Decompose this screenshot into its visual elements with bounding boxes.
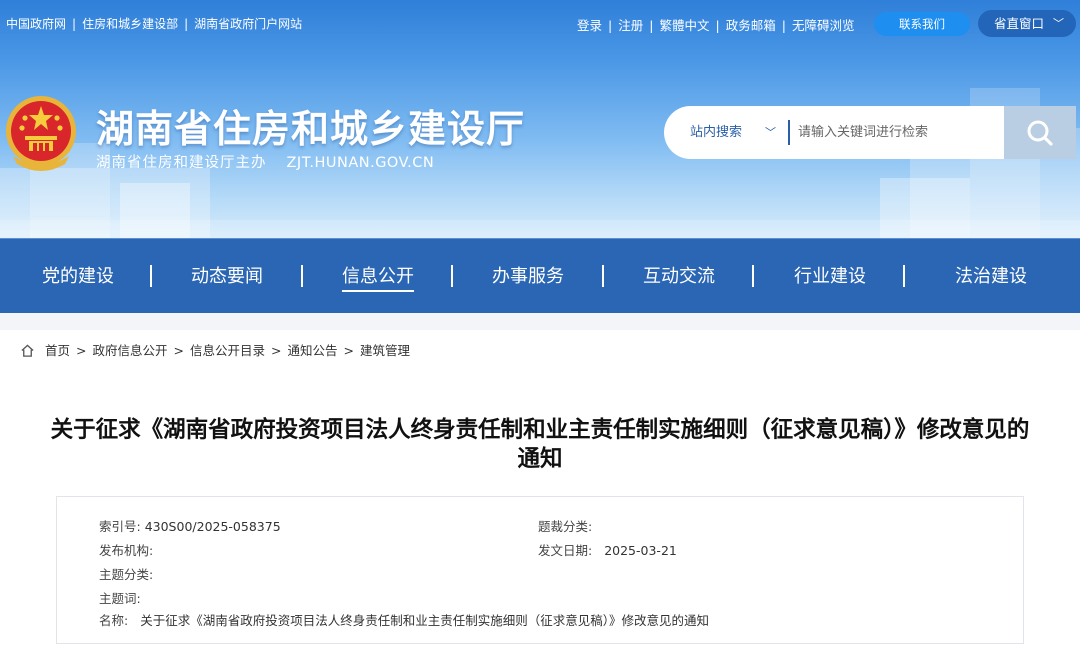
meta-genre-label: 题裁分类: <box>538 519 593 534</box>
traditional-chinese-link[interactable]: 繁體中文 <box>659 18 709 33</box>
article-metadata-box: 索引号: 430S00/2025-058375 题裁分类: 发布机构: 发文日期… <box>56 496 1024 644</box>
link-separator: | <box>649 18 654 33</box>
meta-publisher-label: 发布机构: <box>99 543 154 558</box>
register-link[interactable]: 注册 <box>618 18 643 33</box>
top-links: 中国政府网 | 住房和城乡建设部 | 湖南省政府门户网站 <box>6 15 302 32</box>
link-separator: | <box>608 18 613 33</box>
breadcrumb-separator: > <box>76 343 87 358</box>
meta-topic-label: 主题分类: <box>99 567 154 582</box>
accessibility-link[interactable]: 无障碍浏览 <box>792 18 855 33</box>
meta-name-label: 名称: <box>99 613 129 628</box>
link-hunan-gov[interactable]: 湖南省政府门户网站 <box>194 17 302 31</box>
article-panel: 关于征求《湖南省政府投资项目法人终身责任制和业主责任制实施细则（征求意见稿）》修… <box>0 372 1080 654</box>
link-separator: | <box>184 17 189 31</box>
link-gov-cn[interactable]: 中国政府网 <box>6 17 66 31</box>
gov-mail-link[interactable]: 政务邮箱 <box>726 18 776 33</box>
breadcrumb-separator: > <box>343 343 354 358</box>
nav-separator <box>301 265 303 287</box>
user-links: 登录 | 注册 | 繁體中文 | 政务邮箱 | 无障碍浏览 <box>577 15 854 34</box>
search-icon <box>1027 120 1053 146</box>
search-box: 站内搜索 ﹀ <box>664 106 1076 159</box>
header-banner: 中国政府网 | 住房和城乡建设部 | 湖南省政府门户网站 登录 | 注册 | 繁體中文 | 政务邮箱… <box>0 0 1080 238</box>
meta-publisher: 发布机构: <box>99 540 153 559</box>
meta-keyword-label: 主题词: <box>99 591 141 606</box>
site-title: 湖南省住房和城乡建设厅 <box>96 107 526 151</box>
provincial-window-button[interactable]: 省直窗口 ﹀ <box>978 10 1076 37</box>
contact-us-button[interactable]: 联系我们 <box>874 12 970 36</box>
link-separator: | <box>72 17 77 31</box>
nav-industry[interactable]: 行业建设 <box>794 239 866 314</box>
skyline-decoration <box>880 178 970 238</box>
breadcrumb-construction-mgmt[interactable]: 建筑管理 <box>360 343 410 358</box>
search-divider <box>788 120 790 145</box>
breadcrumb-separator: > <box>271 343 282 358</box>
link-separator: | <box>781 18 786 33</box>
breadcrumb-info-catalog[interactable]: 信息公开目录 <box>190 343 265 358</box>
site-subtitle: 湖南省住房和建设厅主办 ZJT.HUNAN.GOV.CN <box>96 151 434 172</box>
login-link[interactable]: 登录 <box>577 18 602 33</box>
nav-rule-of-law[interactable]: 法治建设 <box>955 239 1027 314</box>
nav-separator <box>451 265 453 287</box>
meta-index: 索引号: 430S00/2025-058375 <box>99 516 281 535</box>
meta-date-label: 发文日期: <box>538 543 593 558</box>
nav-separator <box>903 265 905 287</box>
search-input[interactable] <box>798 115 998 149</box>
nav-separator <box>602 265 604 287</box>
nav-separator <box>150 265 152 287</box>
link-mohurd[interactable]: 住房和城乡建设部 <box>82 17 178 31</box>
meta-date: 发文日期: 2025-03-21 <box>538 540 677 559</box>
breadcrumb-trail: 首页 > 政府信息公开 > 信息公开目录 > 通知公告 > 建筑管理 <box>45 330 410 372</box>
national-emblem-icon <box>6 96 76 171</box>
site-domain: ZJT.HUNAN.GOV.CN <box>286 155 435 171</box>
meta-index-value: 430S00/2025-058375 <box>144 519 281 534</box>
chevron-down-icon: ﹀ <box>1053 17 1064 30</box>
home-icon[interactable] <box>20 343 35 358</box>
nav-services[interactable]: 办事服务 <box>492 239 564 314</box>
site-host: 湖南省住房和建设厅主办 <box>96 155 267 171</box>
main-nav: 党的建设 动态要闻 信息公开 办事服务 互动交流 行业建设 法治建设 <box>0 238 1080 313</box>
nav-info-disclosure[interactable]: 信息公开 <box>342 239 414 314</box>
breadcrumb-separator: > <box>173 343 184 358</box>
nav-separator <box>752 265 754 287</box>
search-button[interactable] <box>1004 106 1076 159</box>
link-separator: | <box>715 18 720 33</box>
meta-name-value: 关于征求《湖南省政府投资项目法人终身责任制和业主责任制实施细则（征求意见稿）》修… <box>140 613 709 628</box>
provincial-window-label: 省直窗口 <box>994 16 1045 31</box>
chevron-down-icon[interactable]: ﹀ <box>765 106 776 159</box>
search-scope-select[interactable]: 站内搜索 <box>690 106 742 159</box>
meta-name: 名称: 关于征求《湖南省政府投资项目法人终身责任制和业主责任制实施细则（征求意见… <box>99 610 709 629</box>
nav-party-building[interactable]: 党的建设 <box>42 239 114 314</box>
breadcrumb-gov-info[interactable]: 政府信息公开 <box>93 343 168 358</box>
skyline-decoration <box>120 183 190 238</box>
meta-keyword: 主题词: <box>99 588 141 607</box>
breadcrumb-notices[interactable]: 通知公告 <box>288 343 338 358</box>
meta-index-label: 索引号: <box>99 519 141 534</box>
breadcrumb: 首页 > 政府信息公开 > 信息公开目录 > 通知公告 > 建筑管理 <box>0 330 1080 372</box>
nav-news[interactable]: 动态要闻 <box>191 239 263 314</box>
meta-topic: 主题分类: <box>99 564 153 583</box>
nav-interaction[interactable]: 互动交流 <box>643 239 715 314</box>
breadcrumb-home[interactable]: 首页 <box>45 343 70 358</box>
meta-date-value: 2025-03-21 <box>604 543 677 558</box>
meta-genre: 题裁分类: <box>538 516 592 535</box>
article-title: 关于征求《湖南省政府投资项目法人终身责任制和业主责任制实施细则（征求意见稿）》修… <box>50 417 1030 472</box>
